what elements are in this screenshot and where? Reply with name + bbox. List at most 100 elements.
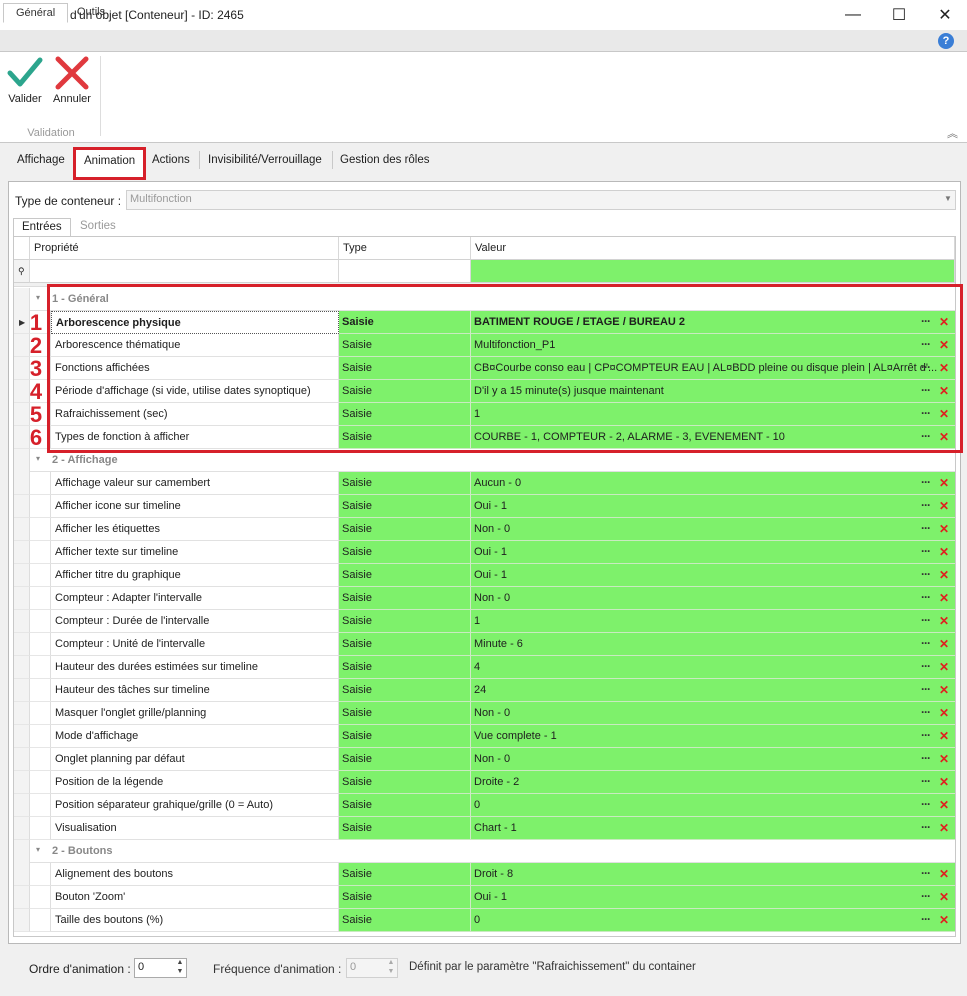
tab-entrees[interactable]: Entrées — [13, 218, 71, 237]
property-row[interactable]: Visualisation Saisie Chart - 1 ··· ✕ — [14, 817, 955, 840]
tab-affichage[interactable]: Affichage — [17, 153, 65, 173]
property-value[interactable]: 1 — [471, 610, 955, 633]
tab-gestion-roles[interactable]: Gestion des rôles — [340, 153, 430, 173]
more-options-icon[interactable]: ··· — [921, 659, 931, 673]
filter-type-input[interactable] — [339, 260, 471, 283]
more-options-icon[interactable]: ··· — [921, 705, 931, 719]
property-value[interactable]: Vue complete - 1 — [471, 725, 955, 748]
property-value[interactable]: Chart - 1 — [471, 817, 955, 840]
property-value[interactable]: 0 — [471, 909, 955, 932]
delete-icon[interactable]: ✕ — [939, 729, 949, 743]
property-value[interactable]: Droite - 2 — [471, 771, 955, 794]
tab-sorties[interactable]: Sorties — [72, 218, 124, 237]
property-value[interactable]: 0 — [471, 794, 955, 817]
delete-icon[interactable]: ✕ — [939, 775, 949, 789]
cancel-button[interactable]: Annuler — [49, 56, 95, 105]
property-row[interactable]: Taille des boutons (%) Saisie 0 ··· ✕ — [14, 909, 955, 932]
property-type[interactable]: Saisie — [339, 748, 471, 771]
more-options-icon[interactable]: ··· — [921, 544, 931, 558]
property-row[interactable]: Afficher les étiquettes Saisie Non - 0 ··· ✕ — [14, 518, 955, 541]
property-type[interactable]: Saisie — [339, 886, 471, 909]
property-value[interactable]: Oui - 1 — [471, 564, 955, 587]
filter-property-input[interactable] — [30, 260, 339, 283]
delete-icon[interactable]: ✕ — [939, 660, 949, 674]
collapse-group-icon[interactable]: ▾ — [36, 454, 40, 463]
property-type[interactable]: Saisie — [339, 564, 471, 587]
property-value[interactable]: 4 — [471, 656, 955, 679]
header-property[interactable]: Propriété — [30, 237, 339, 260]
minimize-button[interactable]: — — [830, 0, 876, 30]
close-button[interactable]: ✕ — [922, 0, 967, 30]
more-options-icon[interactable]: ··· — [921, 636, 931, 650]
delete-icon[interactable]: ✕ — [939, 476, 949, 490]
delete-icon[interactable]: ✕ — [939, 890, 949, 904]
property-type[interactable]: Saisie — [339, 495, 471, 518]
property-row[interactable]: Compteur : Unité de l'intervalle Saisie Mi… — [14, 633, 955, 656]
ribbon-tab-outils[interactable]: Outils — [65, 3, 117, 23]
property-type[interactable]: Saisie — [339, 656, 471, 679]
property-row[interactable]: Afficher icone sur timeline Saisie Oui - 1… — [14, 495, 955, 518]
property-value[interactable]: Non - 0 — [471, 702, 955, 725]
property-value[interactable]: Aucun - 0 — [471, 472, 955, 495]
delete-icon[interactable]: ✕ — [939, 913, 949, 927]
property-type[interactable]: Saisie — [339, 817, 471, 840]
spin-up-icon[interactable]: ▲ — [174, 959, 186, 966]
property-type[interactable]: Saisie — [339, 610, 471, 633]
property-row[interactable]: Position de la légende Saisie Droite - 2 ··… — [14, 771, 955, 794]
more-options-icon[interactable]: ··· — [921, 912, 931, 926]
more-options-icon[interactable]: ··· — [921, 613, 931, 627]
property-type[interactable]: Saisie — [339, 794, 471, 817]
property-value[interactable]: Oui - 1 — [471, 886, 955, 909]
header-value[interactable]: Valeur — [471, 237, 955, 260]
delete-icon[interactable]: ✕ — [939, 499, 949, 513]
property-value[interactable]: Non - 0 — [471, 518, 955, 541]
delete-icon[interactable]: ✕ — [939, 683, 949, 697]
property-value[interactable]: 24 — [471, 679, 955, 702]
property-row[interactable]: Hauteur des durées estimées sur timeline… — [14, 656, 955, 679]
property-row[interactable]: Masquer l'onglet grille/planning Saisie No… — [14, 702, 955, 725]
tab-actions[interactable]: Actions — [152, 153, 190, 173]
filter-value-input[interactable] — [471, 260, 955, 283]
more-options-icon[interactable]: ··· — [921, 567, 931, 581]
collapse-ribbon-icon[interactable]: ︽ — [947, 125, 958, 141]
property-row[interactable]: Affichage valeur sur camembert Saisie Aucu… — [14, 472, 955, 495]
delete-icon[interactable]: ✕ — [939, 545, 949, 559]
property-row[interactable]: Bouton 'Zoom' Saisie Oui - 1 ··· ✕ — [14, 886, 955, 909]
more-options-icon[interactable]: ··· — [921, 521, 931, 535]
property-row[interactable]: Alignement des boutons Saisie Droit - 8 ···… — [14, 863, 955, 886]
property-type[interactable]: Saisie — [339, 472, 471, 495]
delete-icon[interactable]: ✕ — [939, 614, 949, 628]
property-row[interactable]: Hauteur des tâches sur timeline Saisie 24 ·… — [14, 679, 955, 702]
delete-icon[interactable]: ✕ — [939, 591, 949, 605]
more-options-icon[interactable]: ··· — [921, 475, 931, 489]
property-row[interactable]: Afficher titre du graphique Saisie Oui - 1… — [14, 564, 955, 587]
delete-icon[interactable]: ✕ — [939, 706, 949, 720]
validate-button[interactable]: Valider — [2, 56, 48, 105]
container-type-select[interactable]: Multifonction — [126, 190, 956, 210]
delete-icon[interactable]: ✕ — [939, 867, 949, 881]
property-row[interactable]: Position séparateur grahique/grille (0 =… — [14, 794, 955, 817]
property-type[interactable]: Saisie — [339, 633, 471, 656]
maximize-button[interactable]: ☐ — [876, 0, 922, 30]
property-type[interactable]: Saisie — [339, 725, 471, 748]
property-value[interactable]: Oui - 1 — [471, 495, 955, 518]
property-type[interactable]: Saisie — [339, 587, 471, 610]
delete-icon[interactable]: ✕ — [939, 821, 949, 835]
spin-down-icon[interactable]: ▼ — [174, 968, 186, 975]
property-row[interactable]: Mode d'affichage Saisie Vue complete - 1 ··… — [14, 725, 955, 748]
collapse-group-icon[interactable]: ▾ — [36, 845, 40, 854]
property-type[interactable]: Saisie — [339, 863, 471, 886]
property-type[interactable]: Saisie — [339, 909, 471, 932]
collapse-group-icon[interactable]: ▾ — [36, 293, 40, 302]
more-options-icon[interactable]: ··· — [921, 682, 931, 696]
delete-icon[interactable]: ✕ — [939, 522, 949, 536]
property-row[interactable]: Compteur : Adapter l'intervalle Saisie Non… — [14, 587, 955, 610]
property-value[interactable]: Non - 0 — [471, 587, 955, 610]
tab-animation[interactable]: Animation — [84, 154, 135, 174]
more-options-icon[interactable]: ··· — [921, 774, 931, 788]
header-type[interactable]: Type — [339, 237, 471, 260]
property-type[interactable]: Saisie — [339, 702, 471, 725]
more-options-icon[interactable]: ··· — [921, 498, 931, 512]
more-options-icon[interactable]: ··· — [921, 889, 931, 903]
delete-icon[interactable]: ✕ — [939, 637, 949, 651]
